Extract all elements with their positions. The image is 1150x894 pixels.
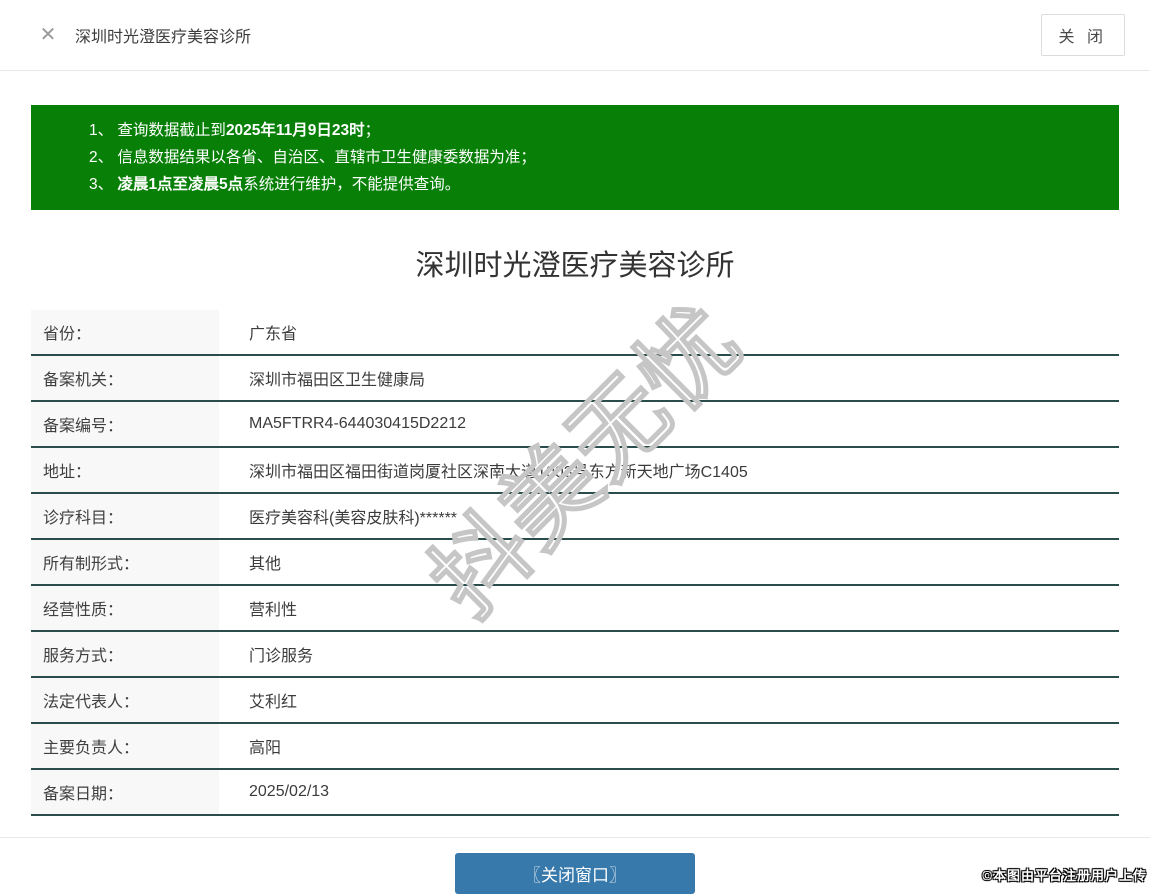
row-value: 艾利红 — [249, 694, 298, 711]
row-value: 营利性 — [249, 602, 298, 619]
close-button[interactable]: 关 闭 — [1040, 14, 1125, 56]
row-value: 广东省 — [249, 326, 298, 343]
notice-line: 1、 查询数据截止到2025年11月9日23时； — [89, 122, 381, 139]
row-value: 其他 — [249, 556, 282, 573]
row-label: 备案编号： — [31, 402, 219, 446]
row-label: 省份： — [31, 310, 219, 354]
row-label: 备案机关： — [31, 356, 219, 400]
row-label: 主要负责人： — [31, 724, 219, 768]
table-row: 备案编号： MA5FTRR4-644030415D2212 — [31, 402, 1119, 448]
table-row: 备案日期： 2025/02/13 — [31, 770, 1119, 816]
row-value: 深圳市福田区卫生健康局 — [249, 372, 426, 389]
row-value: MA5FTRR4-644030415D2212 — [249, 415, 467, 432]
table-row: 所有制形式： 其他 — [31, 540, 1119, 586]
top-bar: ✕ 深圳时光澄医疗美容诊所 关 闭 — [0, 0, 1150, 71]
row-value: 深圳市福田区福田街道岗厦社区深南大道1003号东方新天地广场C1405 — [249, 464, 748, 481]
row-value: 门诊服务 — [249, 648, 314, 665]
row-label: 诊疗科目： — [31, 494, 219, 538]
table-row: 主要负责人： 高阳 — [31, 724, 1119, 770]
notice-line: 3、 凌晨1点至凌晨5点系统进行维护，不能提供查询。 — [89, 176, 461, 193]
main-content: 1、 查询数据截止到2025年11月9日23时； 2、 信息数据结果以各省、自治… — [0, 105, 1150, 894]
button-row: 〖关闭窗口〗 — [31, 853, 1119, 894]
row-value: 2025/02/13 — [249, 783, 330, 800]
info-table: 省份： 广东省 备案机关： 深圳市福田区卫生健康局 备案编号： MA5FTRR4… — [31, 310, 1119, 816]
notice-line: 2、 信息数据结果以各省、自治区、直辖市卫生健康委数据为准； — [89, 149, 536, 166]
table-row: 地址： 深圳市福田区福田街道岗厦社区深南大道1003号东方新天地广场C1405 — [31, 448, 1119, 494]
table-row: 经营性质： 营利性 — [31, 586, 1119, 632]
row-label: 地址： — [31, 448, 219, 492]
row-label: 备案日期： — [31, 770, 219, 814]
row-label: 服务方式： — [31, 632, 219, 676]
table-row: 省份： 广东省 — [31, 310, 1119, 356]
upload-credit: ©本图由平台注册用户上传 — [982, 868, 1147, 883]
row-label: 经营性质： — [31, 586, 219, 630]
row-label: 所有制形式： — [31, 540, 219, 584]
row-value: 医疗美容科(美容皮肤科)****** — [249, 510, 458, 527]
close-icon[interactable]: ✕ — [38, 25, 58, 45]
table-row: 服务方式： 门诊服务 — [31, 632, 1119, 678]
table-row: 备案机关： 深圳市福田区卫生健康局 — [31, 356, 1119, 402]
window-title: 深圳时光澄医疗美容诊所 — [75, 29, 252, 46]
row-value: 高阳 — [249, 740, 282, 757]
page-title: 深圳时光澄医疗美容诊所 — [415, 250, 735, 282]
section-divider — [0, 837, 1150, 838]
row-label: 法定代表人： — [31, 678, 219, 722]
table-row: 诊疗科目： 医疗美容科(美容皮肤科)****** — [31, 494, 1119, 540]
notice-box: 1、 查询数据截止到2025年11月9日23时； 2、 信息数据结果以各省、自治… — [31, 105, 1119, 210]
table-row: 法定代表人： 艾利红 — [31, 678, 1119, 724]
close-window-button[interactable]: 〖关闭窗口〗 — [455, 853, 695, 894]
